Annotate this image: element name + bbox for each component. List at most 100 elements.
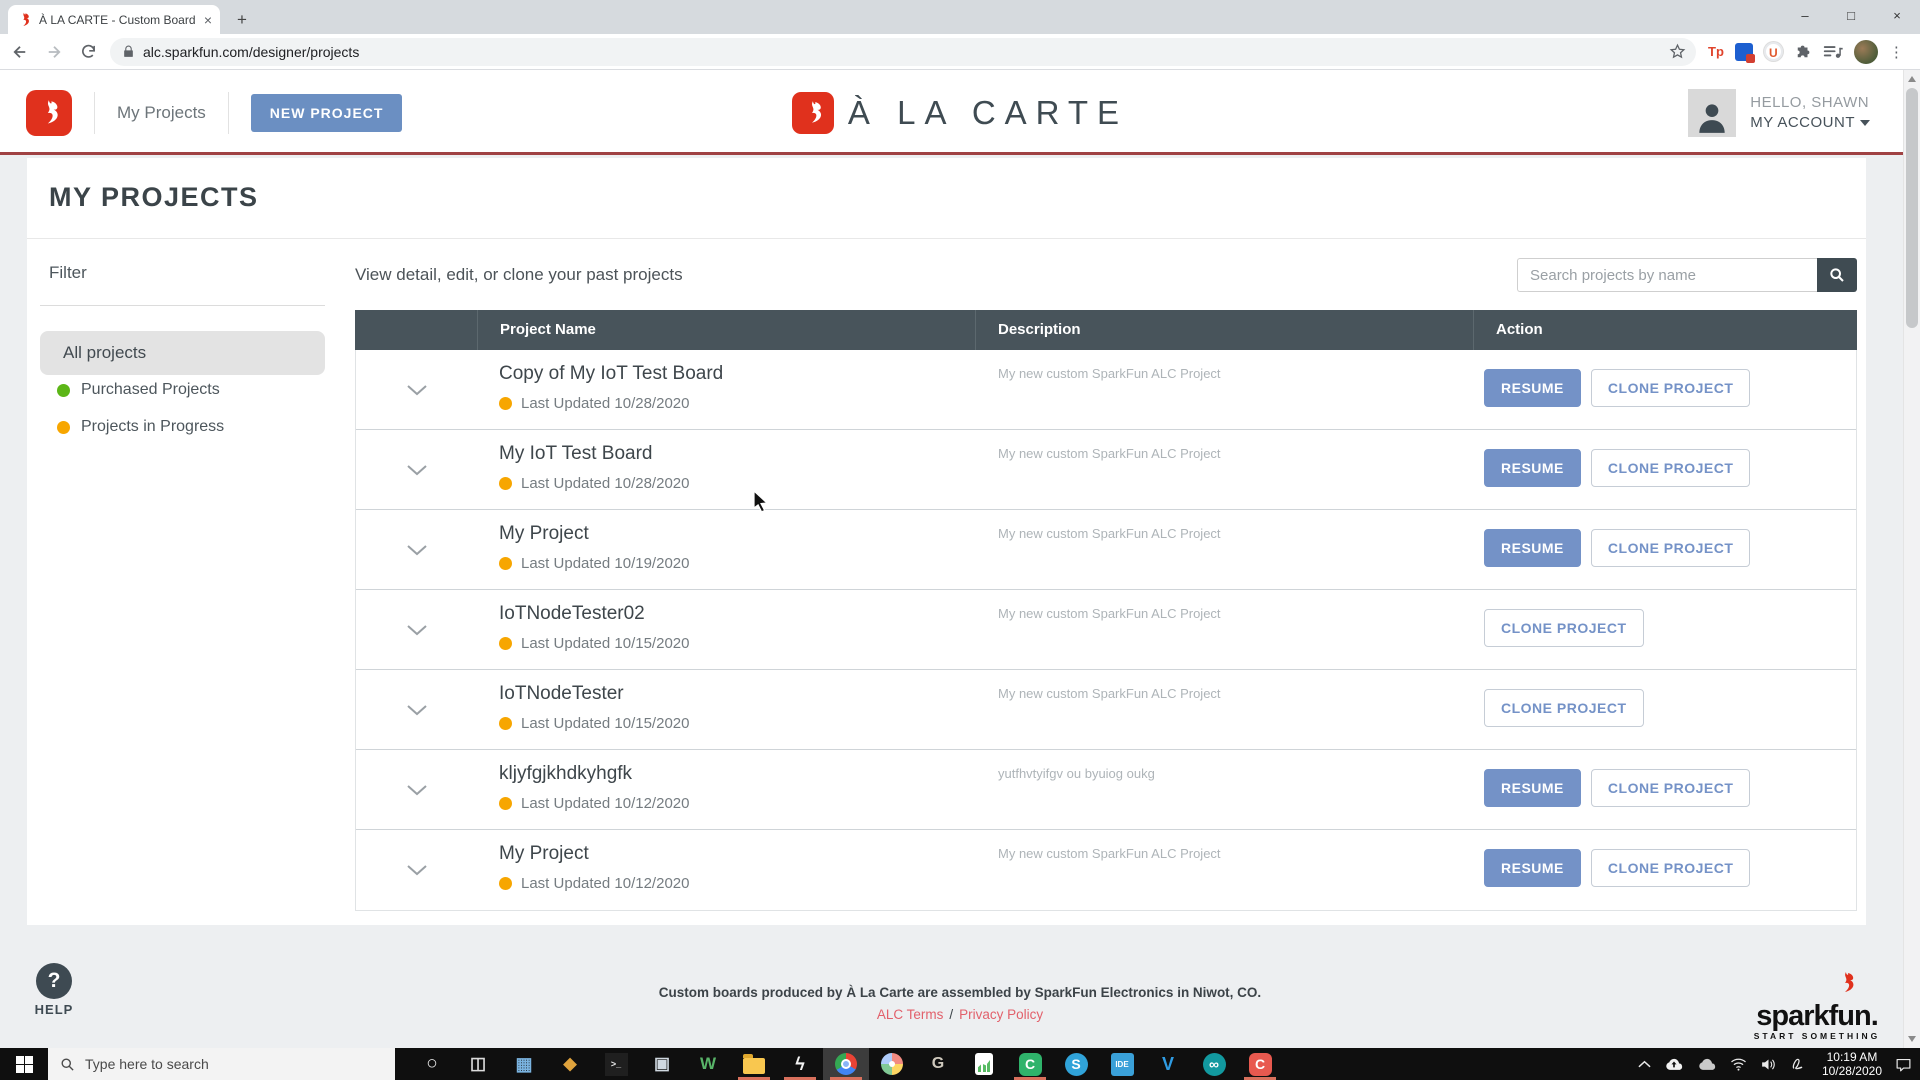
filter-projects-in-progress[interactable]: Projects in Progress xyxy=(57,415,325,439)
page-scrollbar[interactable] xyxy=(1903,70,1920,1048)
scrollbar-thumb[interactable] xyxy=(1906,88,1918,328)
taskbar-clock[interactable]: 10:19 AM 10/28/2020 xyxy=(1822,1050,1882,1078)
extensions-puzzle-icon[interactable] xyxy=(1794,43,1812,61)
reload-icon[interactable] xyxy=(74,38,102,66)
scroll-down-icon[interactable] xyxy=(1908,1036,1916,1042)
camtasia-icon: C xyxy=(1019,1053,1042,1076)
new-project-button[interactable]: NEW PROJECT xyxy=(251,94,403,132)
chevron-down-icon[interactable] xyxy=(406,544,428,556)
account-area: HELLO, SHAWN MY ACCOUNT xyxy=(1688,70,1870,155)
filter-purchased-projects[interactable]: Purchased Projects xyxy=(57,378,325,402)
bookmark-star-icon[interactable] xyxy=(1669,43,1686,60)
my-account-menu[interactable]: MY ACCOUNT xyxy=(1750,114,1870,131)
tp-extension-icon[interactable]: Tp xyxy=(1708,44,1724,59)
clone-project-button[interactable]: CLONE PROJECT xyxy=(1591,849,1751,887)
last-updated: Last Updated 10/19/2020 xyxy=(521,555,689,572)
command-prompt-icon[interactable]: >_ xyxy=(593,1048,639,1080)
minimize-button[interactable]: – xyxy=(1782,0,1828,34)
table-body: Copy of My IoT Test Board Last Updated 1… xyxy=(355,350,1857,911)
paint-icon[interactable] xyxy=(869,1048,915,1080)
project-name[interactable]: IoTNodeTester xyxy=(499,683,976,705)
chevron-down-icon[interactable] xyxy=(406,864,428,876)
new-tab-button[interactable]: + xyxy=(230,8,254,32)
back-icon[interactable] xyxy=(6,38,34,66)
sparkfun-flame-logo[interactable] xyxy=(26,90,72,136)
address-bar[interactable]: alc.sparkfun.com/designer/projects xyxy=(110,38,1696,66)
gimp-icon[interactable]: G xyxy=(915,1048,961,1080)
clone-project-button[interactable]: CLONE PROJECT xyxy=(1591,449,1751,487)
taskbar-search[interactable]: Type here to search xyxy=(48,1048,395,1080)
ide-icon[interactable]: IDE xyxy=(1099,1048,1145,1080)
resume-button[interactable]: RESUME xyxy=(1484,449,1581,487)
password-manager-extension-icon[interactable] xyxy=(1735,43,1753,61)
project-name[interactable]: My Project xyxy=(499,843,976,865)
clone-project-button[interactable]: CLONE PROJECT xyxy=(1591,529,1751,567)
playlist-extension-icon[interactable] xyxy=(1823,44,1843,60)
arduino-icon[interactable]: ∞ xyxy=(1191,1048,1237,1080)
w-app-icon: W xyxy=(697,1053,720,1076)
orange-status-dot xyxy=(57,421,70,434)
alc-terms-link[interactable]: ALC Terms xyxy=(877,1007,944,1022)
clone-project-button[interactable]: CLONE PROJECT xyxy=(1591,369,1751,407)
browser-tab[interactable]: À LA CARTE - Custom Board Crea × xyxy=(8,5,220,34)
task-view-icon[interactable]: ◫ xyxy=(455,1048,501,1080)
clone-project-button[interactable]: CLONE PROJECT xyxy=(1484,689,1644,727)
tray-chevron-up-icon[interactable] xyxy=(1638,1060,1651,1069)
search-button[interactable] xyxy=(1817,258,1857,292)
last-updated: Last Updated 10/15/2020 xyxy=(521,635,689,652)
cloud-icon[interactable] xyxy=(1697,1057,1717,1071)
chevron-down-icon[interactable] xyxy=(406,784,428,796)
user-avatar[interactable] xyxy=(1688,89,1736,137)
browser-menu-icon[interactable]: ⋮ xyxy=(1889,43,1904,61)
project-name[interactable]: Copy of My IoT Test Board xyxy=(499,363,976,385)
page-title: MY PROJECTS xyxy=(49,182,259,213)
chevron-down-icon[interactable] xyxy=(406,624,428,636)
camtasia-icon[interactable]: C xyxy=(1007,1048,1053,1080)
chevron-down-icon[interactable] xyxy=(406,384,428,396)
green-chart-app-icon[interactable] xyxy=(961,1048,1007,1080)
ublock-extension-icon[interactable]: U xyxy=(1764,42,1783,61)
project-name[interactable]: kljyfgjkhdkyhgfk xyxy=(499,763,976,785)
onedrive-icon[interactable] xyxy=(1664,1057,1684,1071)
chevron-down-icon[interactable] xyxy=(406,704,428,716)
remote-desktop-icon[interactable]: ▣ xyxy=(639,1048,685,1080)
clone-project-button[interactable]: CLONE PROJECT xyxy=(1591,769,1751,807)
project-name[interactable]: IoTNodeTester02 xyxy=(499,603,976,625)
w-app-icon[interactable]: W xyxy=(685,1048,731,1080)
privacy-policy-link[interactable]: Privacy Policy xyxy=(959,1007,1043,1022)
nav-my-projects-link[interactable]: My Projects xyxy=(117,103,206,123)
site-header: My Projects NEW PROJECT À LA CARTE HELLO… xyxy=(0,70,1920,155)
wifi-icon[interactable] xyxy=(1730,1057,1747,1071)
action-center-icon[interactable] xyxy=(1895,1057,1912,1072)
search-input[interactable] xyxy=(1517,258,1817,292)
vscode-icon[interactable]: V xyxy=(1145,1048,1191,1080)
tab-close-icon[interactable]: × xyxy=(204,12,212,28)
calculator-icon[interactable]: ▦ xyxy=(501,1048,547,1080)
resume-button[interactable]: RESUME xyxy=(1484,849,1581,887)
project-description: My new custom SparkFun ALC Project xyxy=(976,830,1474,910)
scroll-up-icon[interactable] xyxy=(1908,76,1916,82)
file-explorer-icon[interactable] xyxy=(731,1048,777,1080)
forward-icon[interactable] xyxy=(40,38,68,66)
winamp-icon[interactable]: ϟ xyxy=(777,1048,823,1080)
delphi-icon[interactable]: ◆ xyxy=(547,1048,593,1080)
resume-button[interactable]: RESUME xyxy=(1484,369,1581,407)
cortana-icon[interactable]: ○ xyxy=(409,1048,455,1080)
close-button[interactable]: × xyxy=(1874,0,1920,34)
pen-icon[interactable] xyxy=(1790,1056,1805,1072)
camtasia-recorder-icon[interactable]: C xyxy=(1237,1048,1283,1080)
project-name[interactable]: My IoT Test Board xyxy=(499,443,976,465)
person-icon xyxy=(1693,97,1731,137)
project-name[interactable]: My Project xyxy=(499,523,976,545)
resume-button[interactable]: RESUME xyxy=(1484,769,1581,807)
clone-project-button[interactable]: CLONE PROJECT xyxy=(1484,609,1644,647)
start-button[interactable] xyxy=(0,1048,48,1080)
resume-button[interactable]: RESUME xyxy=(1484,529,1581,567)
chrome-icon[interactable] xyxy=(823,1048,869,1080)
maximize-button[interactable]: □ xyxy=(1828,0,1874,34)
filter-all-projects[interactable]: All projects xyxy=(40,331,325,375)
skype-icon[interactable]: S xyxy=(1053,1048,1099,1080)
volume-icon[interactable] xyxy=(1760,1057,1777,1072)
chevron-down-icon[interactable] xyxy=(406,464,428,476)
profile-avatar[interactable] xyxy=(1854,40,1878,64)
